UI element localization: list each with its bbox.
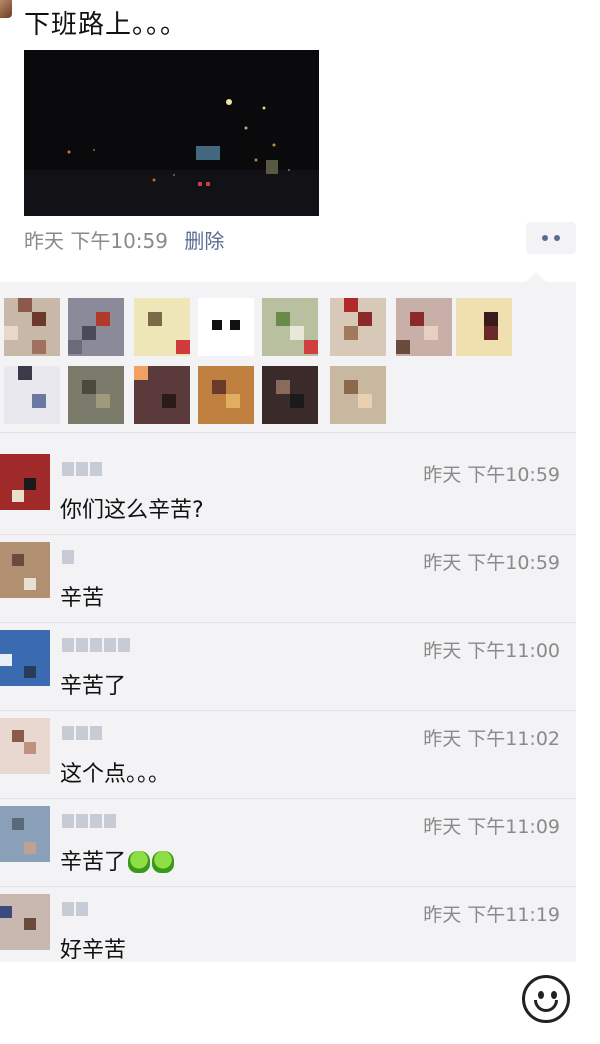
comment-text: 你们这么辛苦? — [60, 498, 204, 523]
comment-item[interactable]: 昨天 下午11:09 辛苦了 — [0, 798, 576, 886]
comment-item[interactable]: 昨天 下午10:59 辛苦 — [0, 534, 576, 622]
commenter-name[interactable] — [62, 902, 88, 922]
emoji-eye — [538, 991, 544, 999]
comment-time: 昨天 下午11:02 — [423, 728, 560, 750]
comment-item[interactable]: 昨天 下午11:02 这个点。。。 — [0, 710, 576, 798]
commenter-name[interactable] — [62, 550, 74, 570]
comment-text: 辛苦 — [60, 586, 105, 611]
author-avatar[interactable] — [0, 0, 12, 18]
commenter-avatar[interactable] — [0, 454, 50, 510]
comment-time: 昨天 下午10:59 — [423, 552, 560, 574]
commenter-name[interactable] — [62, 638, 130, 658]
liker-avatar[interactable] — [262, 366, 318, 424]
post-meta: 昨天 下午10:59 删除 — [24, 225, 224, 254]
liker-avatar[interactable] — [134, 366, 190, 424]
liker-avatar[interactable] — [4, 366, 60, 424]
commenter-name[interactable] — [62, 814, 116, 834]
comment-item[interactable]: 昨天 下午10:59 你们这么辛苦? — [0, 446, 576, 534]
more-actions-button[interactable] — [526, 222, 576, 254]
commenter-avatar[interactable] — [0, 630, 50, 686]
comment-item[interactable]: 昨天 下午11:19 好辛苦 — [0, 886, 576, 974]
smiley-face-icon[interactable] — [522, 975, 570, 1023]
liker-avatar[interactable] — [396, 298, 452, 356]
comment-text-content: 辛苦了 — [60, 850, 127, 875]
liker-avatar[interactable] — [68, 366, 124, 424]
comment-time: 昨天 下午11:00 — [423, 640, 560, 662]
comment-time: 昨天 下午10:59 — [423, 464, 560, 486]
liker-avatar[interactable] — [68, 298, 124, 356]
green-frog-emoji-icon — [128, 851, 151, 873]
post-photo[interactable] — [24, 50, 319, 216]
comment-item[interactable]: 昨天 下午11:00 辛苦了 — [0, 622, 576, 710]
emoji-mouth — [534, 1000, 558, 1012]
comment-input-bar — [0, 964, 600, 1044]
commenter-avatar[interactable] — [0, 894, 50, 950]
comment-text: 好辛苦 — [60, 938, 127, 963]
comment-text: 辛苦了 — [60, 844, 175, 876]
liker-avatar[interactable] — [198, 298, 254, 356]
night-road-photo — [24, 50, 319, 216]
more-dots-icon — [542, 235, 548, 241]
comment-time: 昨天 下午11:09 — [423, 816, 560, 838]
delete-link[interactable]: 删除 — [184, 229, 224, 253]
emoji-eye — [551, 991, 557, 999]
comment-input[interactable] — [0, 972, 512, 1034]
liker-avatar[interactable] — [198, 366, 254, 424]
liker-avatar[interactable] — [330, 366, 386, 424]
likes-comments-divider — [0, 432, 576, 433]
post-time: 昨天 下午10:59 — [24, 229, 168, 253]
green-frog-emoji-icon — [152, 851, 175, 873]
commenter-avatar[interactable] — [0, 806, 50, 862]
more-dots-icon — [554, 235, 560, 241]
liker-avatar[interactable] — [456, 298, 512, 356]
liker-avatar[interactable] — [330, 298, 386, 356]
commenter-avatar[interactable] — [0, 542, 50, 598]
liker-avatar[interactable] — [134, 298, 190, 356]
commenter-name[interactable] — [62, 462, 102, 482]
comment-text: 辛苦了 — [60, 674, 127, 699]
liker-avatar[interactable] — [262, 298, 318, 356]
liker-avatar[interactable] — [4, 298, 60, 356]
commenter-name[interactable] — [62, 726, 102, 746]
likes-section — [0, 282, 576, 432]
comment-time: 昨天 下午11:19 — [423, 904, 560, 926]
commenter-avatar[interactable] — [0, 718, 50, 774]
post-text: 下班路上。。。 — [24, 10, 188, 40]
comment-text: 这个点。。。 — [60, 762, 171, 787]
